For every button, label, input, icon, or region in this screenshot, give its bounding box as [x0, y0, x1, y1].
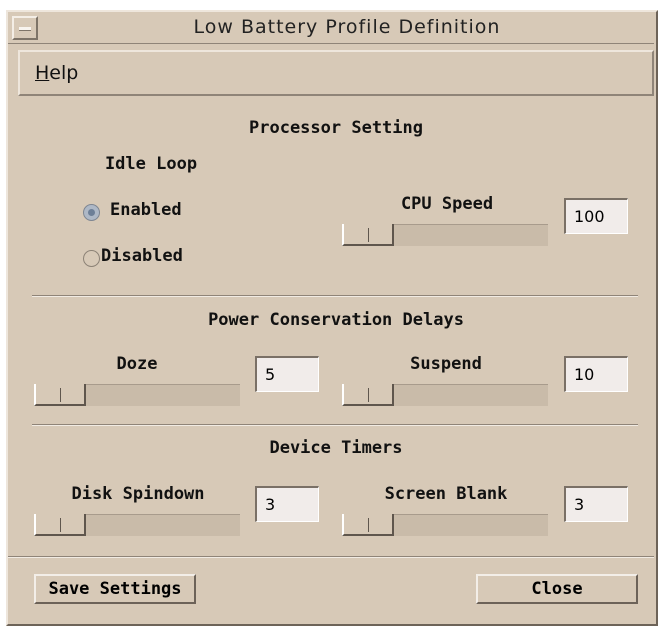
doze-label: Doze	[116, 354, 158, 374]
screen-blank-value: 3	[564, 486, 628, 522]
screen-blank-slider[interactable]	[342, 514, 548, 536]
screen-blank-label: Screen Blank	[384, 484, 508, 504]
processor-heading: Processor Setting	[249, 118, 423, 138]
close-button[interactable]: Close	[476, 574, 638, 604]
disabled-label[interactable]: Disabled	[101, 246, 183, 266]
suspend-value: 10	[564, 356, 628, 392]
disk-spindown-slider[interactable]	[34, 514, 240, 536]
disk-spindown-slider-thumb[interactable]	[34, 514, 86, 536]
screen-blank-slider-thumb[interactable]	[342, 514, 394, 536]
cpu-speed-label: CPU Speed	[400, 194, 494, 214]
power-heading: Power Conservation Delays	[208, 310, 464, 330]
save-settings-button[interactable]: Save Settings	[34, 574, 196, 604]
title-bar[interactable]: Low Battery Profile Definition	[8, 12, 654, 44]
doze-value: 5	[255, 356, 319, 392]
disk-spindown-value: 3	[255, 486, 319, 522]
menu-bar: Help	[18, 50, 654, 96]
suspend-slider[interactable]	[342, 384, 548, 406]
radio-enabled[interactable]	[83, 204, 100, 221]
cpu-speed-slider[interactable]	[342, 224, 548, 246]
help-mnemonic: H	[35, 62, 50, 84]
window-menu-icon	[19, 27, 31, 31]
window-menu-button[interactable]	[12, 16, 38, 40]
separator	[32, 424, 638, 426]
radio-disabled[interactable]	[83, 250, 100, 267]
disk-spindown-label: Disk Spindown	[71, 484, 205, 504]
window-title: Low Battery Profile Definition	[193, 16, 501, 38]
menu-help[interactable]: Help	[35, 62, 78, 84]
timers-heading: Device Timers	[269, 438, 403, 458]
cpu-speed-value: 100	[564, 198, 628, 234]
separator	[32, 295, 638, 297]
cpu-speed-slider-thumb[interactable]	[342, 224, 394, 246]
help-rest: elp	[49, 62, 79, 84]
suspend-label: Suspend	[410, 354, 482, 374]
idle-loop-label: Idle Loop	[104, 154, 198, 174]
button-area-separator	[8, 556, 654, 558]
doze-slider[interactable]	[34, 384, 240, 406]
suspend-slider-thumb[interactable]	[342, 384, 394, 406]
doze-slider-thumb[interactable]	[34, 384, 86, 406]
enabled-label[interactable]: Enabled	[110, 200, 182, 220]
